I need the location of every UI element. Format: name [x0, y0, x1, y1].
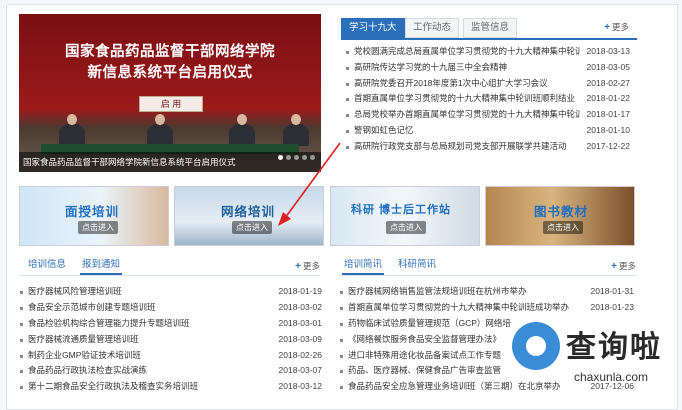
magnifier-icon: [512, 322, 560, 370]
watermark-logo: 查询啦 chaxunla.com: [510, 318, 678, 390]
watermark-text: 查询啦: [566, 331, 662, 364]
watermark-url: chaxunla.com: [574, 370, 649, 384]
